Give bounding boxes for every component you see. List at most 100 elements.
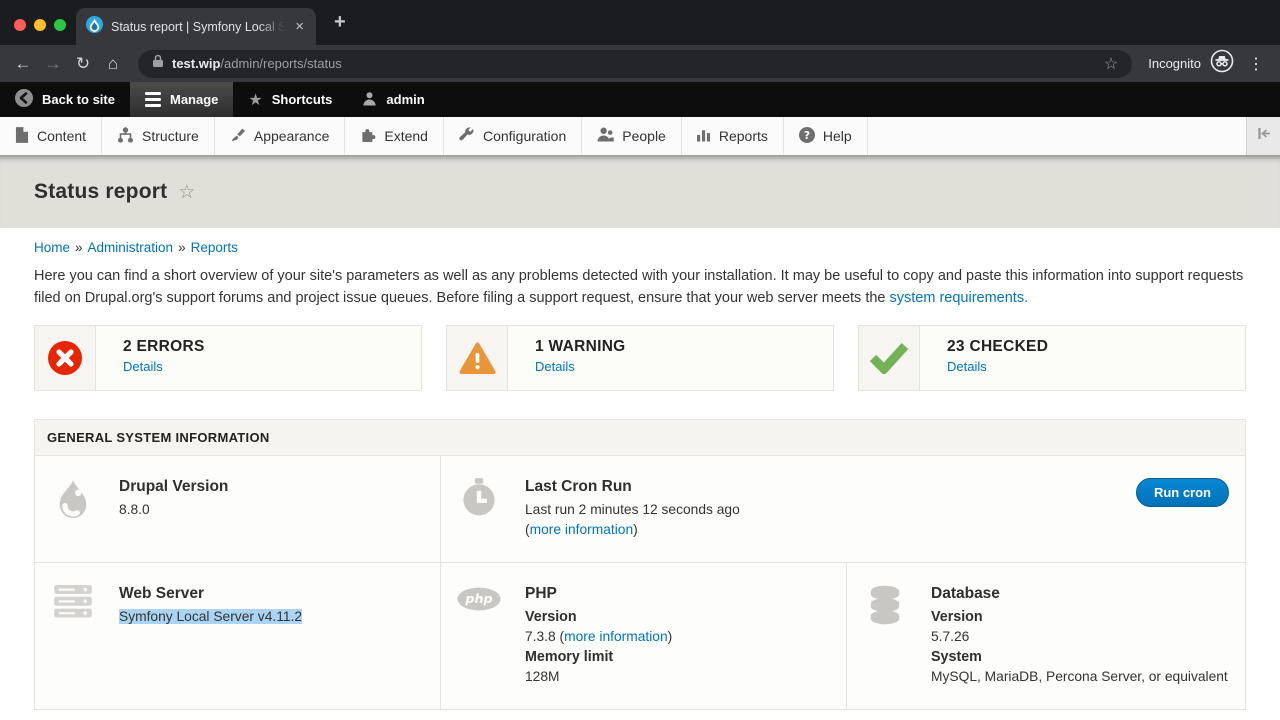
menu-item-people[interactable]: People [582, 117, 682, 155]
structure-icon [117, 127, 134, 146]
admin-menu-bar: Content Structure Appearance Extend Conf… [0, 117, 1280, 156]
php-more-information-link[interactable]: more information [564, 629, 668, 644]
back-to-site-button[interactable]: Back to site [0, 82, 130, 117]
menu-label: Extend [384, 128, 428, 144]
system-requirements-link[interactable]: system requirements. [890, 290, 1029, 306]
extend-icon [360, 127, 376, 145]
people-icon [597, 127, 614, 145]
breadcrumb-home[interactable]: Home [34, 240, 70, 255]
address-bar[interactable]: test.wip/admin/reports/status ☆ [138, 50, 1132, 78]
intro-paragraph: Here you can find a short overview of yo… [34, 265, 1246, 309]
shortcuts-button[interactable]: ★ Shortcuts [233, 82, 347, 117]
database-version-label: Version [931, 607, 1228, 627]
incognito-icon [1210, 49, 1234, 78]
status-summary: 2 ERRORS Details 1 WARNING Details 23 CH… [34, 325, 1246, 391]
menu-label: Structure [142, 128, 199, 144]
errors-count: 2 ERRORS [123, 338, 205, 356]
breadcrumb-separator: » [178, 240, 186, 255]
database-system-label: System [931, 647, 1228, 667]
shortcuts-label: Shortcuts [272, 92, 333, 107]
database-title: Database [931, 585, 1228, 603]
errors-card: 2 ERRORS Details [34, 325, 422, 391]
checked-card: 23 CHECKED Details [858, 325, 1246, 391]
toolbar-orientation-toggle[interactable] [1246, 117, 1280, 155]
server-icon [51, 585, 95, 687]
browser-menu-icon[interactable]: ⋮ [1240, 54, 1272, 74]
web-server-value: Symfony Local Server v4.11.2 [119, 609, 302, 624]
user-icon [362, 91, 377, 109]
browser-tab-bar: Status report | Symfony Local Se × + [0, 0, 1280, 45]
manage-label: Manage [170, 92, 218, 107]
drupal-version-title: Drupal Version [119, 478, 228, 496]
menu-item-structure[interactable]: Structure [102, 117, 215, 155]
menu-label: People [622, 128, 666, 144]
check-icon [859, 326, 920, 390]
php-memory-value: 128M [525, 667, 672, 687]
browser-toolbar: ← → ↻ ⌂ test.wip/admin/reports/status ☆ … [0, 45, 1280, 82]
menu-item-appearance[interactable]: Appearance [215, 117, 346, 155]
breadcrumb-reports[interactable]: Reports [191, 240, 238, 255]
tab-close-icon[interactable]: × [293, 17, 306, 36]
forward-icon[interactable]: → [38, 54, 68, 74]
user-menu-button[interactable]: admin [347, 82, 439, 117]
new-tab-button[interactable]: + [334, 11, 346, 34]
browser-tab[interactable]: Status report | Symfony Local Se × [76, 8, 316, 45]
drupal-version-cell: Drupal Version 8.8.0 [35, 456, 440, 562]
php-cell: php PHP Version 7.3.8 (more information)… [440, 563, 846, 709]
menu-item-configuration[interactable]: Configuration [444, 117, 582, 155]
cron-more-information-link[interactable]: more information [530, 522, 634, 537]
breadcrumb: Home » Administration » Reports [34, 240, 1246, 255]
close-window-button[interactable] [14, 19, 26, 31]
php-logo-icon: php [457, 585, 501, 687]
configuration-icon [459, 127, 475, 146]
breadcrumb-separator: » [75, 240, 83, 255]
checked-details-link[interactable]: Details [947, 359, 987, 374]
general-system-information-panel: GENERAL SYSTEM INFORMATION Drupal Versio… [34, 419, 1246, 710]
window-controls [14, 19, 66, 31]
menu-item-content[interactable]: Content [0, 117, 102, 155]
warning-icon [447, 326, 508, 390]
back-icon[interactable]: ← [8, 54, 38, 74]
home-icon[interactable]: ⌂ [98, 54, 128, 74]
menu-label: Content [37, 128, 86, 144]
incognito-label: Incognito [1148, 56, 1201, 71]
page-header: Status report ☆ [0, 156, 1280, 228]
minimize-window-button[interactable] [34, 19, 46, 31]
reload-icon[interactable]: ↻ [68, 54, 98, 74]
zoom-window-button[interactable] [54, 19, 66, 31]
menu-item-help[interactable]: ? Help [784, 117, 868, 155]
incognito-indicator: Incognito [1142, 49, 1240, 78]
php-title: PHP [525, 585, 672, 603]
system-info-row-2: Web Server Symfony Local Server v4.11.2 … [35, 562, 1245, 709]
web-server-title: Web Server [119, 585, 302, 603]
favorite-star-icon[interactable]: ☆ [178, 181, 195, 204]
database-icon [863, 585, 907, 687]
warnings-card: 1 WARNING Details [446, 325, 834, 391]
errors-details-link[interactable]: Details [123, 359, 163, 374]
appearance-icon [230, 127, 246, 146]
warnings-count: 1 WARNING [535, 338, 626, 356]
last-cron-run-title: Last Cron Run [525, 478, 740, 496]
last-cron-run-cell: Last Cron Run Last run 2 minutes 12 seco… [440, 456, 1245, 562]
error-icon [35, 326, 96, 390]
menu-label: Reports [719, 128, 768, 144]
manage-button[interactable]: Manage [130, 82, 233, 117]
bookmark-star-icon[interactable]: ☆ [1104, 54, 1118, 74]
intro-text: Here you can find a short overview of yo… [34, 268, 1243, 306]
system-info-row-1: Drupal Version 8.8.0 Last Cron Run Last … [35, 456, 1245, 562]
php-memory-label: Memory limit [525, 647, 672, 667]
paren: ) [633, 522, 638, 537]
url-domain: test.wip [172, 56, 220, 71]
lock-icon [152, 54, 164, 73]
cron-status-text: Last run 2 minutes 12 seconds ago [525, 500, 740, 520]
url-path: /admin/reports/status [220, 56, 341, 71]
drupal-admin-toolbar: Back to site Manage ★ Shortcuts admin [0, 82, 1280, 117]
tab-title: Status report | Symfony Local Se [111, 20, 285, 34]
breadcrumb-administration[interactable]: Administration [88, 240, 174, 255]
menu-item-reports[interactable]: Reports [682, 117, 784, 155]
menu-item-extend[interactable]: Extend [345, 117, 444, 155]
run-cron-button[interactable]: Run cron [1136, 478, 1229, 507]
url-text[interactable]: test.wip/admin/reports/status [172, 56, 342, 71]
warnings-details-link[interactable]: Details [535, 359, 575, 374]
menu-label: Configuration [483, 128, 566, 144]
